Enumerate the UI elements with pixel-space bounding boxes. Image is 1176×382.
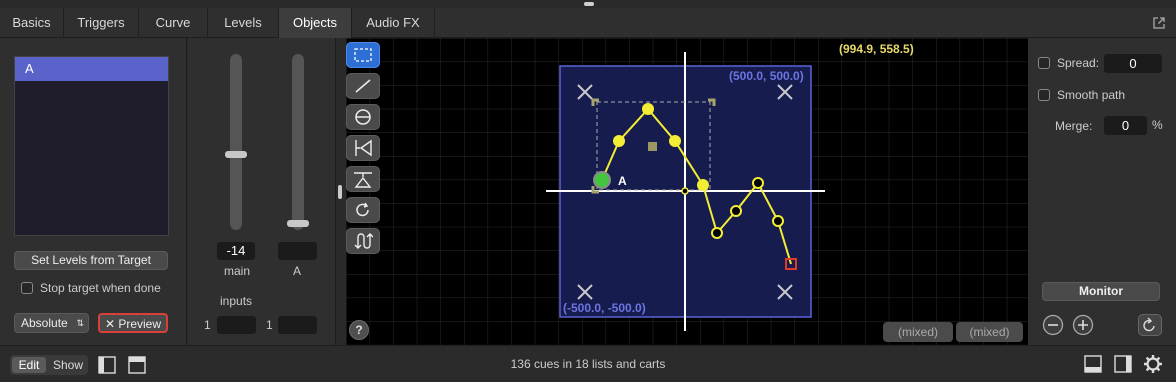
input-2-field[interactable] [278,316,317,334]
gear-icon [1144,355,1162,373]
line-icon [355,79,371,93]
line-tool[interactable] [346,73,380,99]
tab-objects[interactable]: Objects [279,8,352,38]
reverse-path-tool[interactable] [346,228,380,254]
circle-tool[interactable] [346,104,380,130]
rotate-icon [356,202,369,217]
stepper-icon: ⇅ [76,318,84,328]
input-1-field[interactable] [217,316,256,334]
origin-point [681,187,689,195]
left-panel: A Set Levels from Target Stop target whe… [0,38,187,345]
panel-resize-handle[interactable] [338,185,342,199]
preview-button[interactable]: ✕ Preview [98,313,168,333]
object-a-marker[interactable] [593,171,611,189]
tab-levels[interactable]: Levels [208,8,279,38]
right-panel-icon [1114,355,1132,373]
spread-label: Spread: [1057,56,1100,70]
inspector-icon [1084,355,1102,373]
circle-icon [355,109,371,125]
monitor-button[interactable]: Monitor [1042,282,1160,301]
tab-audio-fx[interactable]: Audio FX [352,8,435,38]
zoom-out-icon [1042,314,1064,336]
rotate-tool[interactable] [346,197,380,223]
tab-bar: Basics Triggers Curve Levels Objects Aud… [0,8,1176,38]
marquee-select-tool[interactable] [346,42,380,68]
mixed-y-field[interactable]: (mixed) [956,322,1023,342]
cursor-coordinate: (994.9, 558.5) [839,42,914,56]
right-panel: Spread: 0 Smooth path Merge: 0 % Monitor [1028,38,1176,345]
zoom-out-button[interactable] [1042,314,1064,336]
tab-triggers[interactable]: Triggers [64,8,139,38]
tab-curve[interactable]: Curve [139,8,208,38]
main-level-thumb[interactable] [225,151,247,158]
reverse-path-icon [354,233,373,249]
a-level-slider[interactable] [292,54,304,230]
levels-panel: -14 main A inputs 1 1 [188,38,336,345]
target-list[interactable]: A [14,56,169,236]
mode-select[interactable]: Absolute ⇅ [14,313,89,333]
status-bar: Edit Show 136 cues in 18 lists and carts [0,345,1176,382]
settings-button[interactable] [1143,354,1163,374]
merge-unit: % [1152,118,1163,132]
toggle-inspector-button[interactable] [1083,354,1103,374]
stop-target-checkbox[interactable] [21,282,33,294]
flip-horizontal-tool[interactable] [346,135,380,161]
help-button[interactable]: ? [349,320,369,340]
main-level-field[interactable]: -14 [217,242,255,260]
a-level-thumb[interactable] [287,220,309,227]
canvas-graphics [346,38,1028,345]
flip-vertical-icon [354,172,372,188]
inputs-label: inputs [220,294,253,308]
marquee-icon [354,48,372,62]
reset-icon [1143,317,1155,332]
main-level-label: main [224,264,251,278]
objects-canvas[interactable]: (994.9, 558.5) (500.0, 500.0) (-500.0, -… [346,38,1028,345]
selection-center-handle[interactable] [648,142,657,151]
mode-select-value: Absolute [21,316,68,330]
object-a-label: A [618,174,627,188]
top-right-coordinate: (500.0, 500.0) [729,69,804,83]
a-level-field[interactable] [278,242,317,260]
set-levels-from-target-button[interactable]: Set Levels from Target [14,251,168,270]
toggle-right-panel-button[interactable] [1113,354,1133,374]
flip-horizontal-icon [355,139,372,157]
merge-field[interactable]: 0 [1104,116,1147,135]
main-level-slider[interactable] [230,54,242,230]
smooth-path-checkbox[interactable] [1038,89,1050,101]
input-1-label: 1 [204,318,211,332]
spread-checkbox[interactable] [1038,57,1050,69]
a-level-label: A [293,264,302,278]
window-top-bar [0,0,1176,8]
stop-target-label: Stop target when done [40,281,161,295]
cue-summary: 136 cues in 18 lists and carts [510,357,666,371]
tab-basics[interactable]: Basics [0,8,64,38]
spread-field[interactable]: 0 [1104,54,1162,73]
reset-view-button[interactable] [1138,314,1162,336]
popout-icon[interactable] [1152,16,1166,30]
list-item[interactable]: A [15,57,168,81]
zoom-in-button[interactable] [1072,314,1094,336]
zoom-in-icon [1072,314,1094,336]
smooth-path-label: Smooth path [1057,88,1126,102]
input-2-label: 1 [266,318,273,332]
flip-vertical-tool[interactable] [346,166,380,192]
drag-grabber[interactable] [584,2,594,6]
merge-label: Merge: [1055,119,1093,133]
mixed-x-field[interactable]: (mixed) [883,322,953,342]
bottom-left-coordinate: (-500.0, -500.0) [563,301,646,315]
